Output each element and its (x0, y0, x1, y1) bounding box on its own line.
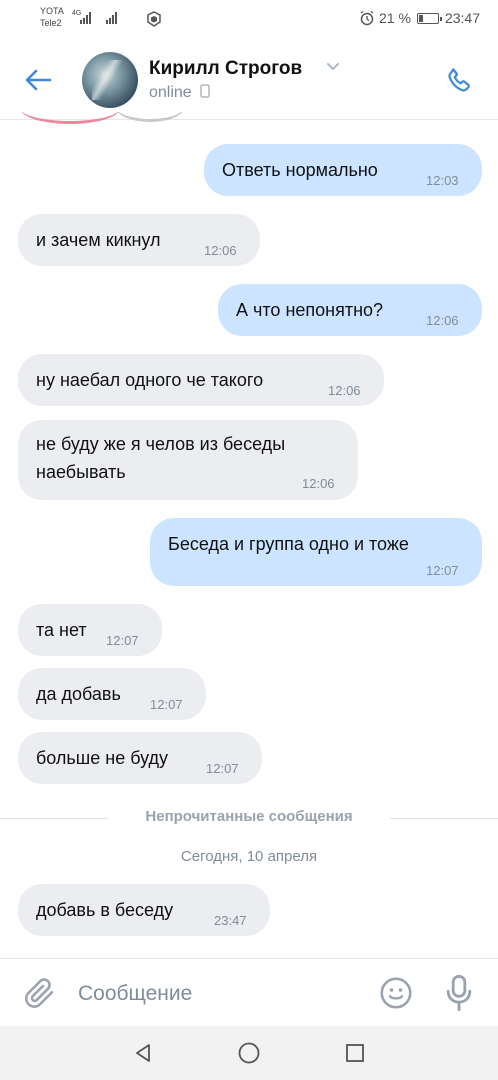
emoji-icon (380, 977, 412, 1009)
message-time: 12:07 (106, 633, 139, 648)
date-divider: Сегодня, 10 апреля (180, 848, 318, 865)
message-time: 23:47 (214, 913, 247, 928)
contact-name[interactable]: Кирилл Строгов (149, 58, 302, 80)
message-incoming[interactable]: да добавь 12:07 (18, 668, 206, 720)
message-time: 12:06 (426, 313, 459, 328)
message-outgoing[interactable]: Ответь нормально 12:03 (204, 144, 482, 196)
call-button[interactable] (440, 60, 480, 100)
carrier-yota: YOTA (40, 6, 64, 16)
message-text: Беседа и группа одно и тоже (168, 534, 409, 554)
nav-home-button[interactable] (234, 1038, 264, 1068)
previous-sticker-fragment (20, 112, 190, 126)
message-incoming[interactable]: ну наебал одного че такого 12:06 (18, 354, 384, 406)
message-text: и зачем кикнул (36, 230, 161, 250)
alarm-icon (360, 10, 374, 26)
attach-button[interactable] (22, 975, 58, 1011)
message-time: 12:06 (302, 476, 335, 491)
back-triangle-icon (136, 1044, 150, 1062)
avatar[interactable] (82, 52, 138, 108)
message-outgoing[interactable]: А что непонятно? 12:06 (218, 284, 482, 336)
message-time: 12:06 (204, 243, 237, 258)
message-incoming[interactable]: та нет 12:07 (18, 604, 162, 656)
signal-strength-icon (80, 12, 91, 24)
back-button[interactable] (20, 64, 56, 96)
microphone-icon (446, 974, 472, 1012)
message-text: та нет (36, 620, 87, 640)
message-text: Ответь нормально (222, 160, 378, 180)
message-text: А что непонятно? (236, 300, 384, 320)
carrier-labels: YOTA Tele2 (40, 6, 64, 28)
message-incoming[interactable]: добавь в беседу 23:47 (18, 884, 270, 936)
chat-header: Кирилл Строгов online (0, 40, 498, 120)
microphone-button[interactable] (442, 973, 476, 1013)
back-arrow-icon (25, 69, 52, 91)
system-navigation-bar (0, 1026, 498, 1080)
message-text: больше не буду (36, 748, 169, 768)
battery-percent: 21 % (379, 10, 411, 26)
clock: 23:47 (444, 10, 480, 26)
message-text-line-1: не буду же я челов из беседы (36, 434, 286, 454)
emoji-button[interactable] (378, 975, 414, 1011)
battery-icon (416, 12, 442, 24)
status-right: 21 % 23:47 (359, 10, 480, 26)
message-incoming[interactable]: и зачем кикнул 12:06 (18, 214, 260, 266)
message-time: 12:03 (426, 173, 459, 188)
presence-label: online (149, 84, 192, 101)
message-time: 12:07 (206, 761, 239, 776)
message-time: 12:06 (328, 383, 361, 398)
message-text: добавь в беседу (36, 900, 174, 920)
home-circle-icon (238, 1042, 260, 1064)
chevron-down-icon[interactable] (326, 62, 340, 72)
signal-strength-icon-2 (106, 12, 117, 24)
message-incoming[interactable]: не буду же я челов из беседы наебывать 1… (18, 420, 358, 500)
message-text-line-2: наебывать (36, 462, 126, 482)
message-time: 12:07 (426, 563, 459, 578)
mobile-device-icon (200, 84, 210, 98)
unread-divider: Непрочитанные сообщения (145, 808, 353, 825)
phone-icon (448, 68, 470, 92)
message-text: ну наебал одного че такого (36, 370, 264, 390)
nav-recents-button[interactable] (340, 1038, 370, 1068)
message-outgoing[interactable]: Беседа и группа одно и тоже 12:07 (150, 518, 482, 586)
message-time: 12:07 (150, 697, 183, 712)
carrier-tele2: Tele2 (40, 18, 62, 28)
paperclip-icon (24, 978, 54, 1008)
message-composer (0, 958, 498, 1026)
message-input[interactable] (78, 977, 358, 1011)
nav-back-button[interactable] (128, 1038, 158, 1068)
status-bar: YOTA Tele2 4G 21 % 23:47 (0, 0, 498, 40)
recents-square-icon (346, 1044, 364, 1062)
app-notification-icon (147, 11, 161, 27)
message-incoming[interactable]: больше не буду 12:07 (18, 732, 262, 784)
message-text: да добавь (36, 684, 121, 704)
presence-status: online (149, 84, 210, 102)
